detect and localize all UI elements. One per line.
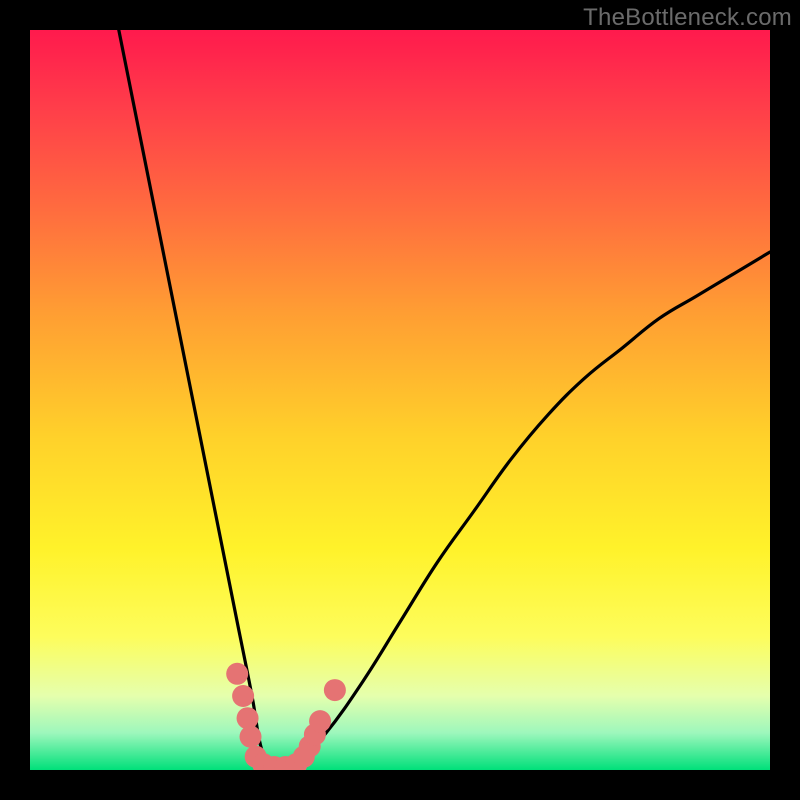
highlight-dot [324,679,346,701]
highlight-dot [226,663,248,685]
watermark-text: TheBottleneck.com [583,4,792,32]
chart-frame: TheBottleneck.com [0,0,800,800]
bottleneck-curve [119,30,770,770]
highlight-dot [240,726,262,748]
highlight-dot [237,707,259,729]
highlight-dots [226,663,346,770]
curve-svg [30,30,770,770]
plot-area [30,30,770,770]
highlight-dot [232,685,254,707]
highlight-dot [309,710,331,732]
